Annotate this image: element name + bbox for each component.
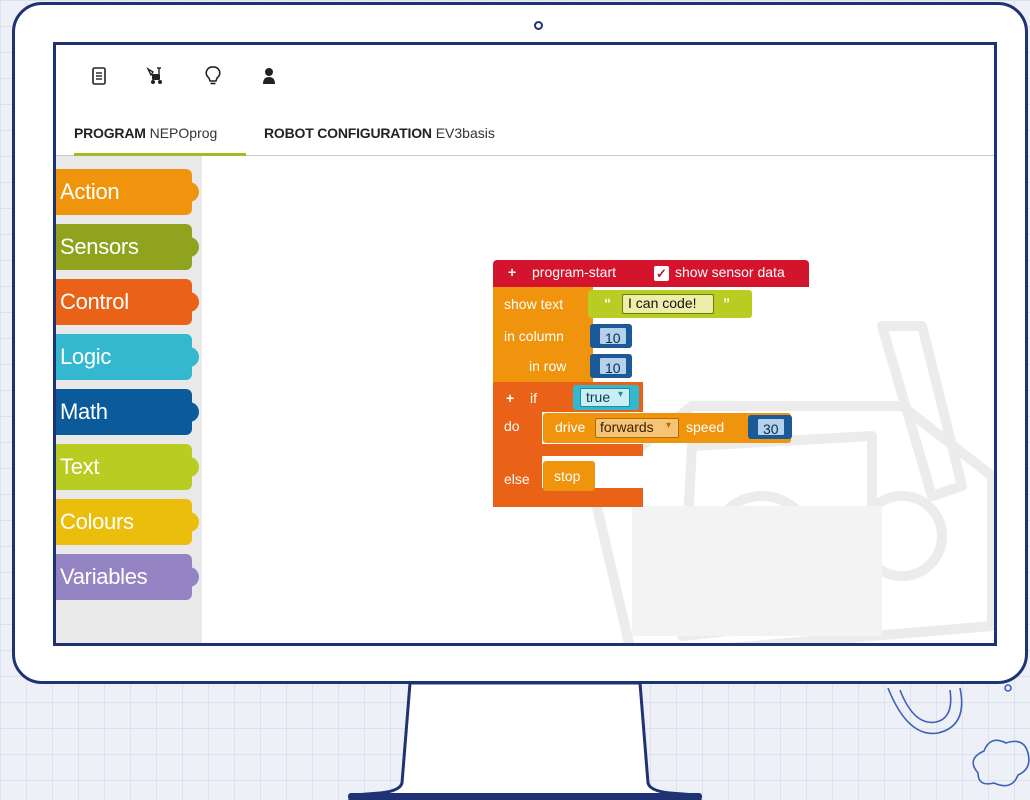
- category-control[interactable]: Control: [56, 279, 199, 325]
- category-variables-label: Variables: [60, 564, 148, 589]
- user-icon[interactable]: [258, 65, 280, 87]
- category-sensors[interactable]: Sensors: [56, 224, 199, 270]
- category-text-label: Text: [60, 454, 100, 479]
- category-action[interactable]: Action: [56, 169, 199, 215]
- row-number-field[interactable]: 10: [598, 356, 628, 376]
- category-math-label: Math: [60, 399, 108, 424]
- condition-value: true: [586, 389, 611, 405]
- checkbox-checkmark-icon: ✓: [654, 265, 669, 281]
- show-text-label: show text: [504, 296, 564, 312]
- show-sensor-data-label: show sensor data: [675, 264, 785, 280]
- block-category-sidebar: Action Sensors Control Logic Math Text C…: [56, 156, 202, 643]
- quote-close-icon: ”: [723, 295, 730, 311]
- in-row-label: in row: [529, 358, 567, 374]
- tab-program-name: NEPOprog: [149, 125, 218, 141]
- quote-open-icon: “: [604, 295, 611, 311]
- direction-value: forwards: [600, 419, 654, 435]
- program-start-label: program-start: [532, 264, 617, 280]
- do-label: do: [504, 418, 520, 434]
- app-screen: PROGRAM NEPOprog ROBOT CONFIGURATION EV3…: [53, 42, 997, 646]
- tab-robot-config-name: EV3basis: [435, 125, 495, 141]
- document-icon[interactable]: [88, 65, 110, 87]
- tab-bar: PROGRAM NEPOprog ROBOT CONFIGURATION EV3…: [56, 115, 994, 156]
- in-column-label: in column: [504, 328, 564, 344]
- if-label: if: [530, 390, 537, 406]
- condition-dropdown-arrow-icon[interactable]: ▾: [618, 389, 623, 400]
- program-start-plus-icon[interactable]: +: [508, 264, 516, 280]
- category-math[interactable]: Math: [56, 389, 199, 435]
- if-block-footer: [493, 496, 577, 507]
- decorative-doodles: [887, 684, 1030, 787]
- stop-label: stop: [554, 468, 581, 484]
- category-action-label: Action: [60, 179, 120, 204]
- column-number-field[interactable]: 10: [598, 326, 628, 346]
- tab-robot-configuration[interactable]: ROBOT CONFIGURATION EV3basis: [264, 125, 495, 153]
- tab-robot-config-label: ROBOT CONFIGURATION: [264, 125, 432, 141]
- category-colours-label: Colours: [60, 509, 134, 534]
- category-colours[interactable]: Colours: [56, 499, 199, 545]
- drive-label: drive: [555, 419, 586, 435]
- category-logic[interactable]: Logic: [56, 334, 199, 380]
- category-logic-label: Logic: [60, 344, 112, 369]
- show-sensor-data-checkbox[interactable]: ✓: [654, 264, 669, 281]
- tab-program[interactable]: PROGRAM NEPOprog: [74, 125, 246, 156]
- category-text[interactable]: Text: [56, 444, 199, 490]
- monitor-stand: [347, 683, 703, 800]
- text-value: I can code!: [628, 295, 697, 311]
- category-sensors-label: Sensors: [60, 234, 139, 259]
- speed-label: speed: [686, 419, 725, 435]
- else-label: else: [504, 471, 530, 487]
- direction-dropdown-arrow-icon[interactable]: ▾: [666, 420, 671, 431]
- speed-number-field[interactable]: 30: [756, 417, 786, 437]
- tab-program-label: PROGRAM: [74, 125, 146, 141]
- category-control-label: Control: [60, 289, 129, 314]
- lightbulb-icon[interactable]: [202, 65, 224, 87]
- category-variables[interactable]: Variables: [56, 554, 199, 600]
- program-workspace[interactable]: + program-start ✓ show sensor data show …: [202, 156, 994, 643]
- robot-icon[interactable]: [144, 65, 166, 87]
- if-plus-icon[interactable]: +: [506, 390, 514, 406]
- top-toolbar: [56, 45, 994, 113]
- webcam-dot: [534, 21, 543, 30]
